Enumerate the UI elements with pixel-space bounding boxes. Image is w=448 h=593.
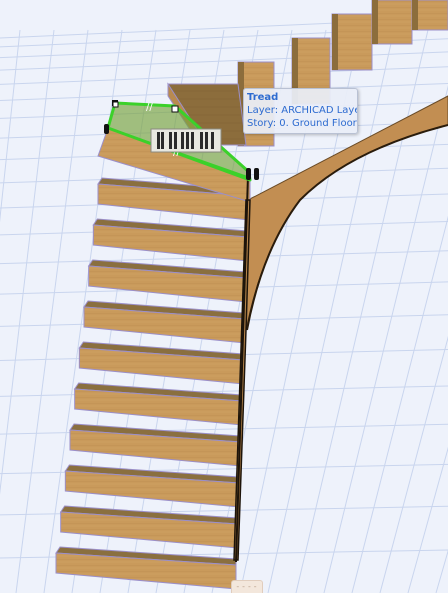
tooltip-story: Story: 0. Ground Floor	[247, 118, 357, 129]
hotspot-top-left[interactable]	[112, 101, 119, 108]
hotspot-front-right-2[interactable]	[254, 168, 259, 180]
midpoint-marker-top: //	[146, 102, 153, 113]
upper-step-shadow	[412, 0, 418, 30]
hotspot-front-right-1[interactable]	[246, 168, 251, 180]
hotspot-front-left[interactable]	[104, 124, 109, 134]
tooltip-layer: Layer: ARCHICAD Layer	[247, 105, 358, 116]
hotspot-back-right[interactable]	[171, 105, 179, 113]
element-info-tooltip: Tread Layer: ARCHICAD Layer Story: 0. Gr…	[243, 88, 358, 134]
view-resize-handle[interactable]: ----	[231, 580, 263, 593]
upper-step-shadow	[332, 14, 338, 70]
3d-viewport[interactable]: // //	[0, 0, 448, 593]
tooltip-title: Tread	[247, 92, 279, 103]
upper-step-shadow	[372, 0, 378, 44]
pet-palette-icon[interactable]	[150, 128, 222, 153]
